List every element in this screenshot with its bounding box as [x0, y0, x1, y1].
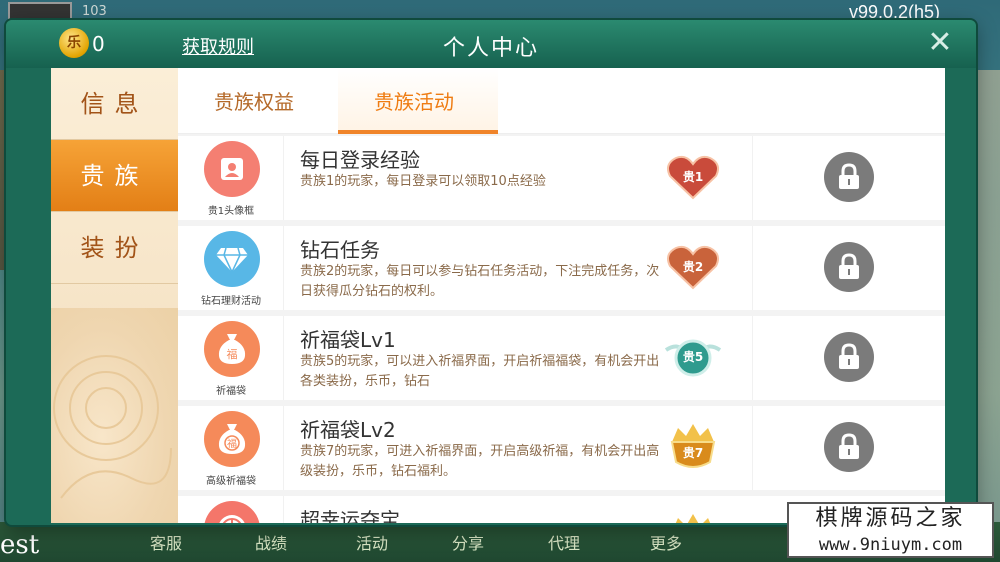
lock-icon: [839, 253, 859, 279]
nav-item-records[interactable]: 战绩: [255, 530, 287, 554]
list-item: 福 高级祈福袋 祈福袋Lv2 贵族7的玩家，可进入祈福界面，开启高级祈福，有机会…: [178, 406, 945, 490]
watermark: 棋牌源码之家 www.9niuym.com: [787, 502, 994, 558]
nav-item-more[interactable]: 更多: [650, 530, 682, 554]
row-icon-label: 贵1头像框: [207, 206, 255, 217]
background-coin-count: 103: [82, 4, 107, 19]
svg-text:福: 福: [227, 437, 237, 450]
svg-text:福: 福: [227, 347, 238, 361]
content-tabs: 贵族权益 贵族活动: [178, 68, 945, 134]
tab-noble-activities[interactable]: 贵族活动: [374, 86, 454, 115]
row-description: 贵族2的玩家，每日可以参与钻石任务活动，下注完成任务，次日获得瓜分钻石的权利。: [300, 264, 660, 299]
lucky-bag-icon: 福: [204, 321, 260, 377]
row-icon-label: 高级祈福袋: [206, 476, 256, 487]
peony-icon: [53, 355, 172, 499]
list-item: 钻石理财活动 钻石任务 贵族2的玩家，每日可以参与钻石任务活动，下注完成任务，次…: [178, 226, 945, 310]
noble-level-badge: 贵5: [664, 332, 722, 382]
noble-level-badge: 贵2: [664, 242, 722, 292]
noble-level-badge: 贵7: [664, 422, 722, 472]
row-icon-cell: 福 祈福袋: [178, 316, 284, 400]
content-panel: 贵族权益 贵族活动 贵1头像框 每日登录经验 贵族1的玩家，每日登录可以领取10…: [178, 68, 945, 523]
diamond-icon: [204, 231, 260, 287]
sidebar-peony-decoration: [51, 308, 178, 523]
noble-level-badge: [664, 512, 722, 523]
badge-label: 贵5: [682, 350, 704, 364]
row-title: 祈福袋Lv1: [300, 328, 396, 352]
row-title: 每日登录经验: [300, 148, 420, 172]
modal-header: 乐 0 获取规则 个人中心 ✕: [6, 20, 976, 68]
modal-title: 个人中心: [442, 36, 539, 61]
close-button[interactable]: ✕: [924, 28, 956, 60]
active-tab-underline: [338, 130, 498, 134]
row-divider: [752, 226, 753, 310]
locked-button[interactable]: [824, 242, 874, 292]
row-description: 贵族5的玩家，可以进入祈福界面，开启祈福福袋，有机会开出各类装扮，乐币，钻石: [300, 354, 660, 389]
nav-item-service[interactable]: 客服: [150, 530, 182, 554]
row-title: 超幸运夺宝: [300, 508, 400, 523]
locked-button[interactable]: [824, 422, 874, 472]
row-icon-label: 祈福袋: [216, 386, 246, 397]
tab-noble-benefits[interactable]: 贵族权益: [214, 86, 294, 115]
badge-label: 贵2: [682, 260, 704, 274]
lock-icon: [839, 433, 859, 459]
row-icon-cell: [178, 496, 284, 523]
watermark-title: 棋牌源码之家: [815, 506, 966, 531]
row-icon-cell: 福 高级祈福袋: [178, 406, 284, 490]
premium-lucky-bag-icon: 福: [204, 411, 260, 467]
lucky-wheel-icon: [204, 501, 260, 523]
row-icon-label: 钻石理财活动: [201, 296, 261, 307]
locked-button[interactable]: [824, 332, 874, 382]
locked-button[interactable]: [824, 152, 874, 202]
background-stray-text: est: [0, 530, 40, 560]
row-icon-cell: 贵1头像框: [178, 136, 284, 220]
row-divider: [752, 316, 753, 400]
sidebar: 信息 贵族 装扮: [51, 68, 178, 523]
row-description: 贵族1的玩家，每日登录可以领取10点经验: [300, 174, 546, 189]
personal-center-modal: 乐 0 获取规则 个人中心 ✕ 信息 贵族 装扮 贵族权益 贵族活动 贵1头像框…: [6, 20, 976, 525]
nav-item-share[interactable]: 分享: [452, 530, 484, 554]
nav-item-agent[interactable]: 代理: [548, 530, 580, 554]
badge-label: 贵7: [682, 446, 704, 460]
row-description: 贵族7的玩家，可进入祈福界面，开启高级祈福，有机会开出高级装扮，乐币，钻石福利。: [300, 444, 660, 479]
list-item: 福 祈福袋 祈福袋Lv1 贵族5的玩家，可以进入祈福界面，开启祈福福袋，有机会开…: [178, 316, 945, 400]
sidebar-tab-noble[interactable]: 贵族: [51, 140, 178, 212]
sidebar-tab-info[interactable]: 信息: [51, 68, 178, 140]
row-icon-cell: 钻石理财活动: [178, 226, 284, 310]
sidebar-tab-dressup[interactable]: 装扮: [51, 212, 178, 284]
badge-label: 贵1: [682, 170, 704, 184]
watermark-url: www.9niuym.com: [818, 535, 963, 555]
noble-level-badge: 贵1: [664, 152, 722, 202]
row-title: 祈福袋Lv2: [300, 418, 396, 442]
lock-icon: [839, 163, 859, 189]
list-item: 贵1头像框 每日登录经验 贵族1的玩家，每日登录可以领取10点经验 贵1: [178, 136, 945, 220]
row-divider: [752, 136, 753, 220]
row-divider: [752, 406, 753, 490]
avatar-frame-icon: [204, 141, 260, 197]
row-title: 钻石任务: [300, 238, 380, 262]
nav-item-events[interactable]: 活动: [356, 530, 388, 554]
lock-icon: [839, 343, 859, 369]
